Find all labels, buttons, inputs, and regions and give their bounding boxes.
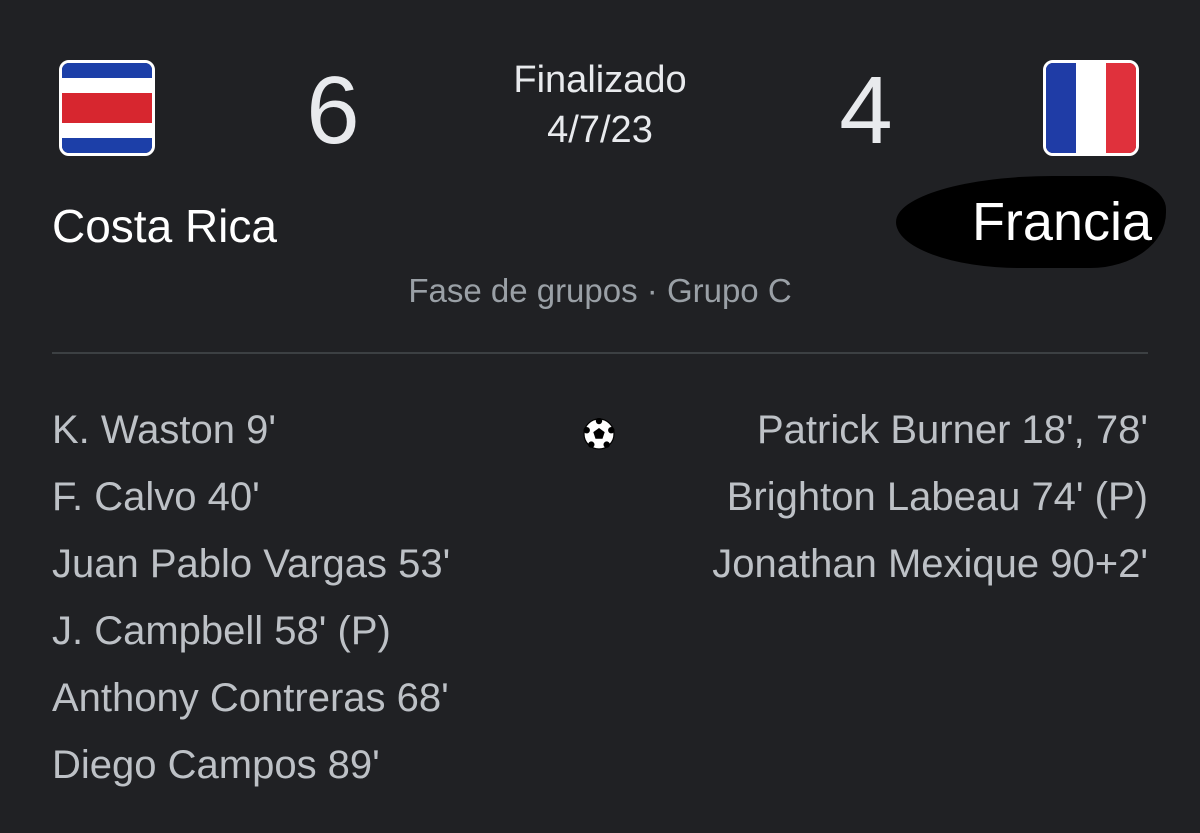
- home-scorers-list: K. Waston 9' F. Calvo 40' Juan Pablo Var…: [52, 405, 552, 807]
- away-scorers-list: Patrick Burner 18', 78' Brighton Labeau …: [708, 405, 1148, 606]
- home-score: 6: [306, 57, 360, 164]
- match-stage: Fase de grupos · Grupo C: [408, 272, 792, 309]
- home-scorer: Anthony Contreras 68': [52, 676, 449, 720]
- home-scorer: Diego Campos 89': [52, 743, 380, 787]
- france-flag-icon: [1043, 60, 1139, 156]
- away-team-name[interactable]: Francia: [895, 176, 1166, 268]
- home-scorer: K. Waston 9': [52, 408, 277, 452]
- match-status: Finalizado 4/7/23: [450, 55, 750, 155]
- match-status-label: Finalizado: [513, 59, 687, 101]
- soccer-ball-icon: [583, 418, 615, 450]
- away-scorer: Brighton Labeau 74' (P): [726, 475, 1148, 519]
- costa-rica-flag-icon: [59, 60, 155, 156]
- away-score: 4: [839, 57, 893, 164]
- home-scorer: Juan Pablo Vargas 53': [52, 542, 451, 586]
- home-team-name[interactable]: Costa Rica: [52, 198, 277, 254]
- home-scorer: J. Campbell 58' (P): [52, 609, 391, 653]
- away-scorer: Patrick Burner 18', 78': [756, 408, 1148, 452]
- home-scorer: F. Calvo 40': [52, 475, 260, 519]
- divider: [52, 352, 1148, 354]
- away-scorer: Jonathan Mexique 90+2': [712, 542, 1148, 586]
- match-date: 4/7/23: [547, 109, 653, 151]
